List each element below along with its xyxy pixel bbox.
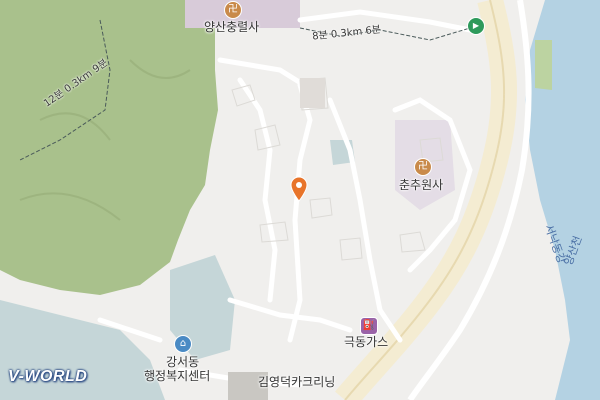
temple-icon[interactable]: 卍 (414, 158, 432, 176)
temple-label-yangsan[interactable]: 양산충렬사 (204, 20, 259, 34)
gas-station-icon[interactable]: ⛽ (360, 317, 378, 335)
admin-office-icon[interactable]: ⌂ (174, 335, 192, 353)
gas-station-label[interactable]: 극동가스 (344, 335, 388, 349)
vworld-logo: V-WORLD (8, 368, 88, 385)
cleaning-shop-label[interactable]: 김영덕카크리닝 (258, 375, 335, 389)
forest-area (0, 0, 218, 295)
navigation-icon[interactable]: ▶ (467, 17, 485, 35)
river-bank-green (535, 40, 552, 90)
admin-office-label-line2[interactable]: 행정복지센터 (144, 369, 210, 383)
location-marker-icon[interactable] (290, 176, 308, 202)
admin-office-label-line1[interactable]: 강서동 (166, 355, 199, 369)
temple-label-chunchu[interactable]: 춘추원사 (399, 178, 443, 192)
temple-icon[interactable]: 卍 (224, 1, 242, 19)
map-canvas[interactable]: 卍 양산충렬사 卍 춘추원사 ⛽ 극동가스 ⌂ 강서동 행정복지센터 김영덕카크… (0, 0, 600, 400)
building-dark-2 (300, 78, 325, 108)
